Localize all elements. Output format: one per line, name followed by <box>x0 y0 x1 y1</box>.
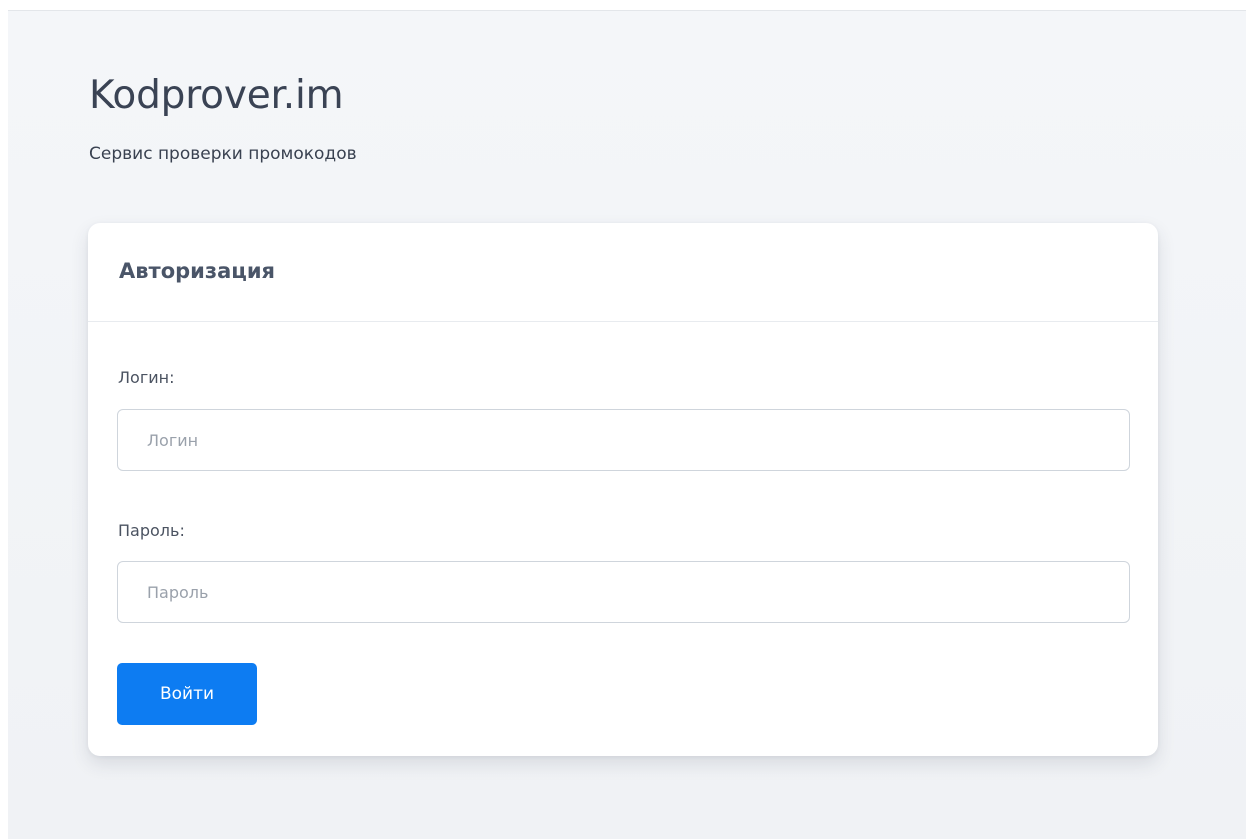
page-background: Kodprover.im Сервис проверки промокодов … <box>8 10 1246 839</box>
password-label: Пароль: <box>118 521 185 540</box>
password-input[interactable] <box>117 561 1130 623</box>
app-subtitle: Сервис проверки промокодов <box>89 144 357 164</box>
login-input[interactable] <box>117 409 1130 471</box>
auth-card-header: Авторизация <box>88 223 1158 322</box>
login-label: Логин: <box>118 368 175 387</box>
auth-card-title: Авторизация <box>119 259 276 283</box>
app-title: Kodprover.im <box>89 73 344 118</box>
auth-card: Авторизация Логин: Пароль: Войти <box>88 223 1158 756</box>
login-button[interactable]: Войти <box>117 663 257 725</box>
